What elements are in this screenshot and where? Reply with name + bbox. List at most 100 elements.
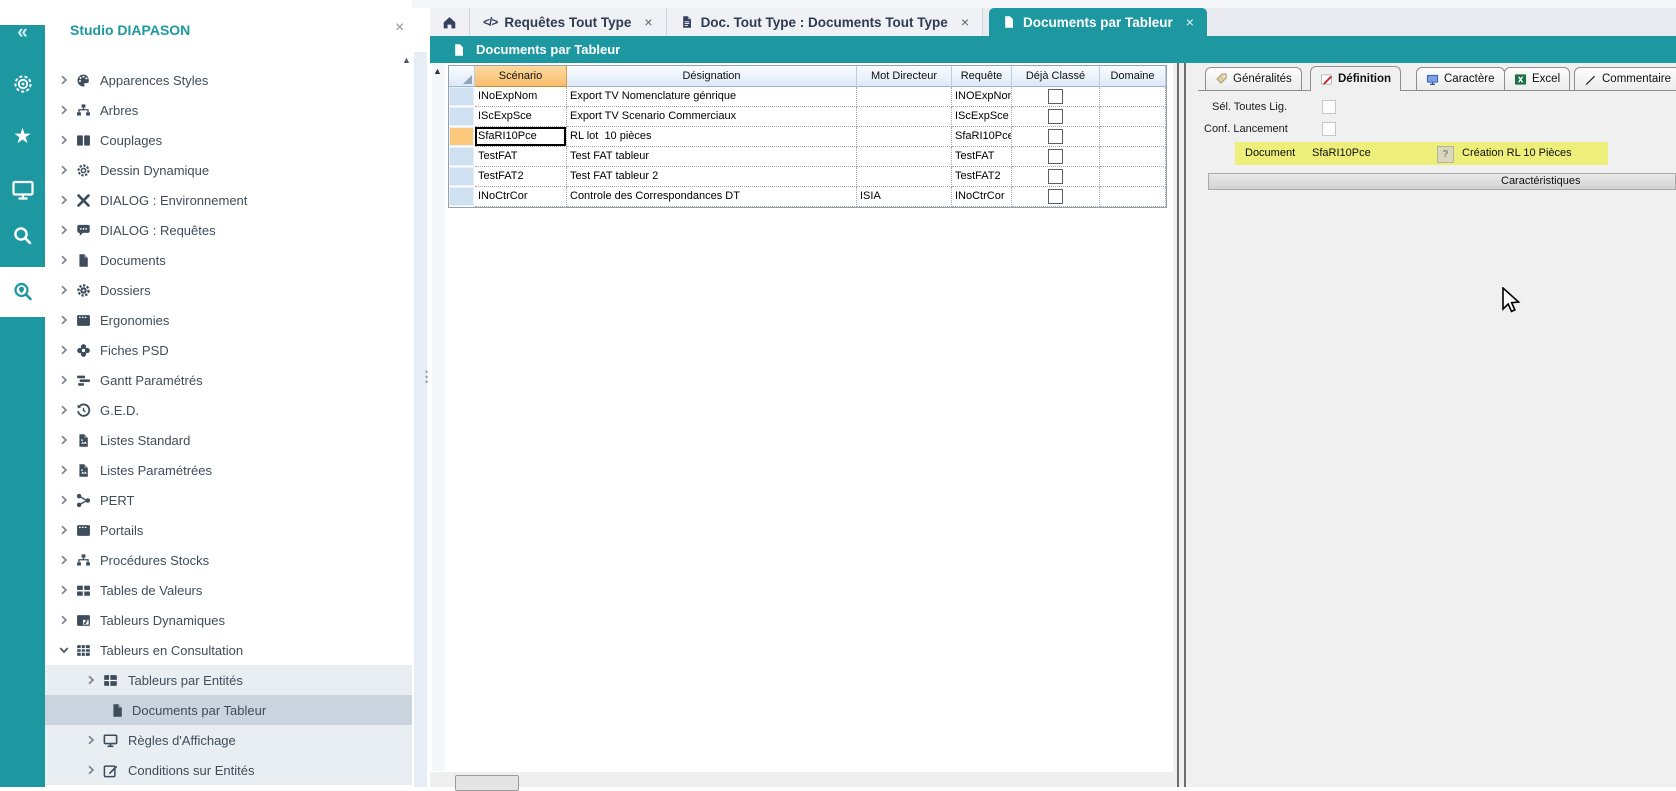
- cell-deja-classe[interactable]: [1012, 87, 1100, 107]
- sidebar-item-listes-parametrees[interactable]: Listes Paramétrées: [45, 455, 412, 485]
- cell-mot-directeur[interactable]: [857, 147, 952, 167]
- tab-commentaire[interactable]: Commentaire: [1574, 67, 1676, 90]
- screens-monitor-icon[interactable]: [0, 178, 45, 202]
- table-left-scrollbar[interactable]: [432, 63, 445, 771]
- column-header-requete[interactable]: Requête: [952, 66, 1012, 87]
- column-header-deja-classe[interactable]: Déjà Classé: [1012, 66, 1100, 87]
- cell-scenario-selected[interactable]: SfaRI10Pce: [475, 127, 567, 147]
- close-icon[interactable]: ×: [1186, 14, 1194, 30]
- sidebar-item-dialog-requetes[interactable]: DIALOG : Requêtes: [45, 215, 412, 245]
- partial-button[interactable]: [455, 775, 519, 791]
- cell-designation[interactable]: Export TV Scenario Commerciaux: [567, 107, 857, 127]
- sidebar-item-procedures-stocks[interactable]: Procédures Stocks: [45, 545, 412, 575]
- row-selector-current[interactable]: [449, 127, 475, 147]
- sidebar-item-documents-par-tableur[interactable]: Documents par Tableur: [45, 695, 412, 725]
- sidebar-item-tableurs-en-consultation[interactable]: Tableurs en Consultation: [45, 635, 412, 665]
- sidebar-item-dossiers[interactable]: Dossiers: [45, 275, 412, 305]
- field-value-document[interactable]: SfaRI10Pce: [1312, 147, 1371, 159]
- cell-deja-classe[interactable]: [1012, 127, 1100, 147]
- checkbox-unchecked[interactable]: [1048, 189, 1063, 204]
- table-scroll-up-icon[interactable]: ▲: [433, 66, 442, 76]
- row-selector[interactable]: [449, 147, 475, 167]
- cell-scenario[interactable]: TestFAT2: [475, 167, 567, 187]
- sidebar-item-regles-affichage[interactable]: Règles d'Affichage: [45, 725, 412, 755]
- sidebar-item-gantt-parametres[interactable]: Gantt Paramétrés: [45, 365, 412, 395]
- sidebar-item-portails[interactable]: Portails: [45, 515, 412, 545]
- cell-domaine[interactable]: [1100, 167, 1166, 187]
- sidebar-item-dialog-environnement[interactable]: DIALOG : Environnement: [45, 185, 412, 215]
- checkbox-unchecked[interactable]: [1048, 129, 1063, 144]
- tab-definition[interactable]: Définition: [1310, 66, 1401, 91]
- checkbox-unchecked[interactable]: [1048, 169, 1063, 184]
- cell-deja-classe[interactable]: [1012, 147, 1100, 167]
- cell-requete[interactable]: TestFAT: [952, 147, 1012, 167]
- sidebar-scrollbar[interactable]: [414, 52, 427, 787]
- cell-scenario[interactable]: IScExpSce: [475, 107, 567, 127]
- help-button[interactable]: ?: [1437, 146, 1454, 163]
- cell-mot-directeur[interactable]: [857, 107, 952, 127]
- cell-requete[interactable]: INOExpNom: [952, 87, 1012, 107]
- cell-scenario[interactable]: INoExpNom: [475, 87, 567, 107]
- panel-splitter[interactable]: [1173, 63, 1190, 787]
- search-location-icon[interactable]: [0, 280, 45, 304]
- cell-mot-directeur[interactable]: [857, 127, 952, 147]
- tab-home[interactable]: [430, 8, 470, 36]
- tab-requetes-tout-type[interactable]: </> Requêtes Tout Type ×: [470, 8, 667, 36]
- cell-domaine[interactable]: [1100, 127, 1166, 147]
- sidebar-item-pert[interactable]: PERT: [45, 485, 412, 515]
- tab-documents-par-tableur[interactable]: Documents par Tableur ×: [989, 8, 1207, 36]
- checkbox-unchecked[interactable]: [1048, 109, 1063, 124]
- cell-domaine[interactable]: [1100, 107, 1166, 127]
- cell-requete[interactable]: TestFAT2: [952, 167, 1012, 187]
- cell-designation[interactable]: Test FAT tableur: [567, 147, 857, 167]
- collapse-sidebar-icon[interactable]: «: [0, 22, 45, 44]
- cell-mot-directeur[interactable]: ISIA: [857, 187, 952, 207]
- checkbox-unchecked[interactable]: [1048, 89, 1063, 104]
- cell-designation[interactable]: Controle des Correspondances DT: [567, 187, 857, 207]
- row-selector[interactable]: [449, 167, 475, 187]
- close-icon[interactable]: ×: [961, 14, 969, 30]
- cell-domaine[interactable]: [1100, 147, 1166, 167]
- sidebar-close-icon[interactable]: ×: [395, 19, 404, 37]
- sidebar-item-tableurs-dynamiques[interactable]: Tableurs Dynamiques: [45, 605, 412, 635]
- cell-scenario[interactable]: TestFAT: [475, 147, 567, 167]
- cell-deja-classe[interactable]: [1012, 187, 1100, 207]
- sidebar-item-conditions-sur-entites[interactable]: Conditions sur Entités: [45, 755, 412, 785]
- sidebar-item-ged[interactable]: G.E.D.: [45, 395, 412, 425]
- cell-requete[interactable]: IScExpSce: [952, 107, 1012, 127]
- search-icon[interactable]: [0, 224, 45, 248]
- favorites-star-icon[interactable]: ★: [0, 124, 45, 148]
- cell-domaine[interactable]: [1100, 87, 1166, 107]
- cell-designation[interactable]: Test FAT tableur 2: [567, 167, 857, 187]
- sidebar-item-ergonomies[interactable]: Ergonomies: [45, 305, 412, 335]
- row-selector[interactable]: [449, 107, 475, 127]
- cell-requete[interactable]: SfaRI10Pce: [952, 127, 1012, 147]
- checkbox-sel-toutes-lig[interactable]: [1322, 100, 1336, 114]
- sidebar-item-arbres[interactable]: Arbres: [45, 95, 412, 125]
- sidebar-scroll-up-icon[interactable]: ▲: [402, 55, 411, 65]
- checkbox-unchecked[interactable]: [1048, 149, 1063, 164]
- column-header-mot-directeur[interactable]: Mot Directeur: [857, 66, 952, 87]
- row-selector[interactable]: [449, 187, 475, 207]
- cell-deja-classe[interactable]: [1012, 107, 1100, 127]
- tab-doc-tout-type[interactable]: Doc. Tout Type : Documents Tout Type ×: [667, 8, 983, 36]
- sidebar-item-documents[interactable]: Documents: [45, 245, 412, 275]
- cell-designation[interactable]: Export TV Nomenclature génrique: [567, 87, 857, 107]
- column-header-scenario[interactable]: Scénario: [475, 66, 567, 87]
- sidebar-item-fiches-psd[interactable]: Fiches PSD: [45, 335, 412, 365]
- cell-scenario[interactable]: INoCtrCor: [475, 187, 567, 207]
- sidebar-item-tables-de-valeurs[interactable]: Tables de Valeurs: [45, 575, 412, 605]
- cell-mot-directeur[interactable]: [857, 87, 952, 107]
- column-header-designation[interactable]: Désignation: [567, 66, 857, 87]
- column-header-domaine[interactable]: Domaine: [1100, 66, 1166, 87]
- tab-caractere[interactable]: Caractère: [1416, 67, 1505, 90]
- table-select-all-corner[interactable]: [449, 66, 475, 87]
- cell-deja-classe[interactable]: [1012, 167, 1100, 187]
- tab-generalites[interactable]: Généralités: [1205, 67, 1302, 90]
- close-icon[interactable]: ×: [644, 14, 652, 30]
- cell-requete[interactable]: INoCtrCor: [952, 187, 1012, 207]
- sidebar-item-apparences-styles[interactable]: Apparences Styles: [45, 65, 412, 95]
- checkbox-conf-lancement[interactable]: [1322, 122, 1336, 136]
- tab-excel[interactable]: Excel: [1504, 67, 1570, 90]
- modules-wheel-icon[interactable]: [0, 72, 45, 96]
